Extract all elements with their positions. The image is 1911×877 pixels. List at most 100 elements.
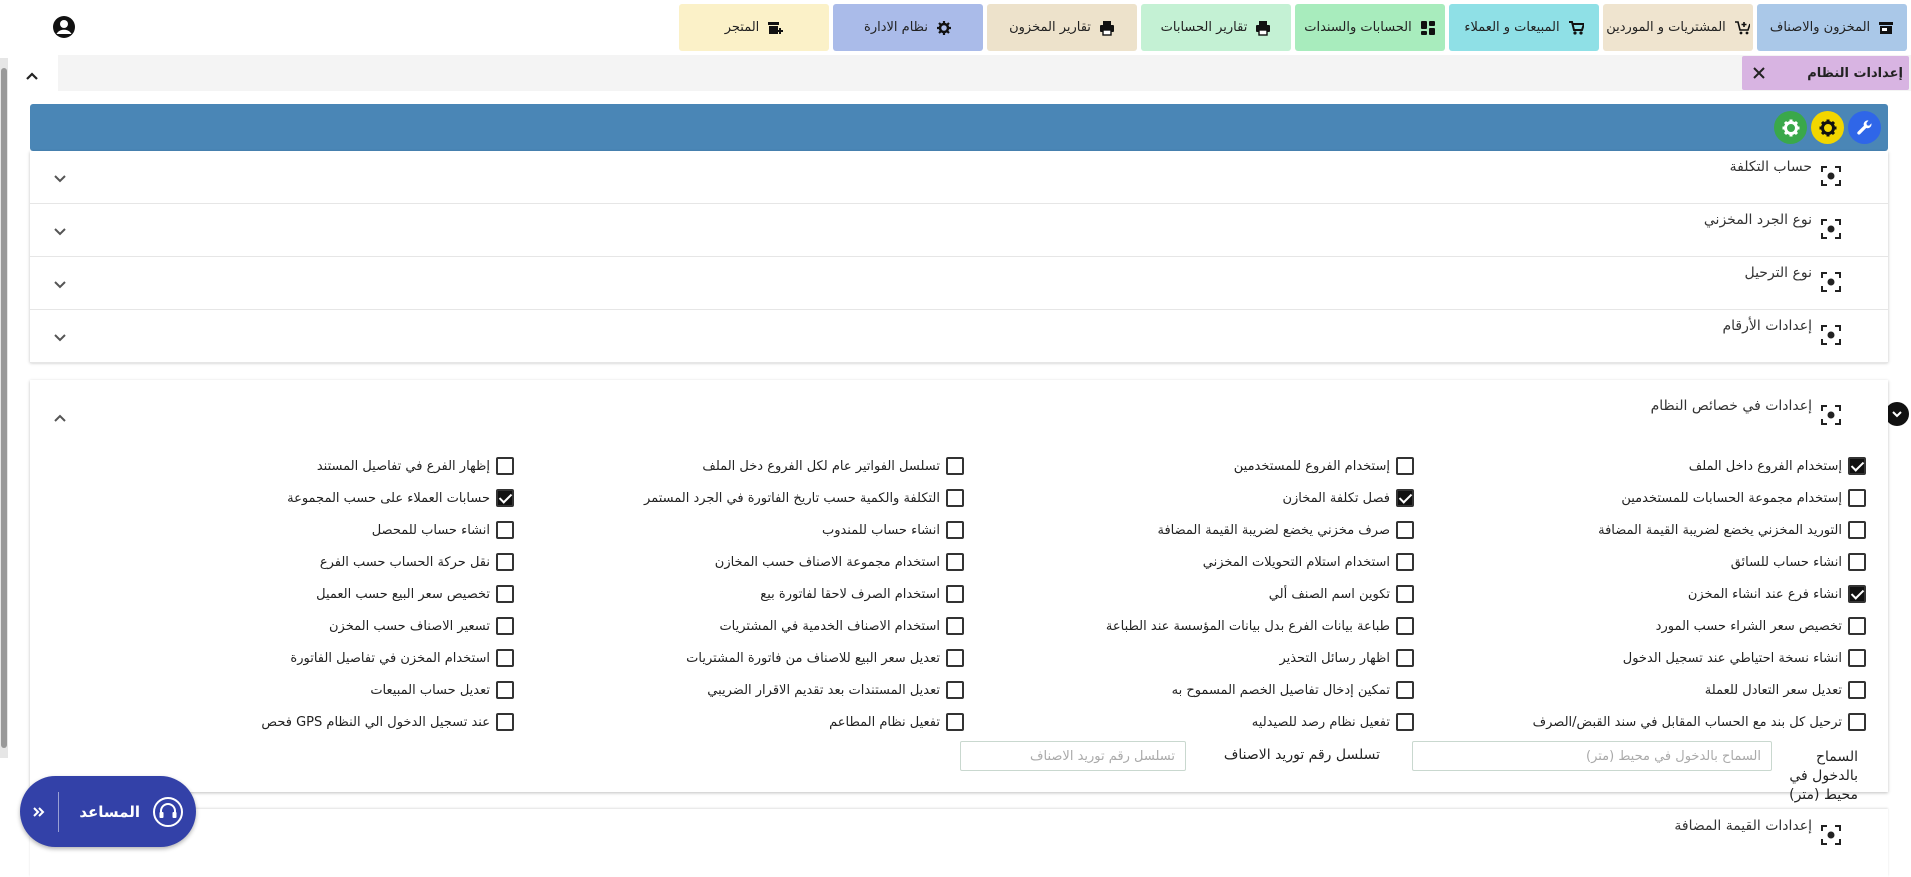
setting-option: التوريد المخزني يخضع لضريبة القيمة المضا… [1598,519,1866,541]
store-add-icon [768,21,784,34]
section-title[interactable]: نوع الترحيل [1744,265,1812,281]
setting-checkbox[interactable] [496,489,514,507]
setting-option: تمكين إدخال تفاصيل الخصم المسموح به [1172,679,1414,701]
geo-fence-input[interactable] [1412,741,1772,771]
nav-tab[interactable]: المشتريات و الموردين [1603,4,1753,51]
chevron-down-icon[interactable] [52,171,68,187]
section-title[interactable]: إعدادات في خصائص النظام [1651,398,1812,414]
chevron-up-icon[interactable] [52,410,68,426]
nav-tab-icon [1099,20,1115,36]
setting-checkbox[interactable] [946,457,964,475]
sequence-input[interactable] [960,741,1186,771]
setting-checkbox[interactable] [496,457,514,475]
breadcrumb-tab-system-settings[interactable]: إعدادات النظام [1742,56,1909,90]
accordion-section[interactable]: نوع الجرد المخزني [30,204,1888,257]
setting-checkbox[interactable] [496,681,514,699]
setting-checkbox[interactable] [946,649,964,667]
nav-tab[interactable]: المخزون والاصناف [1757,4,1907,51]
setting-label: استخدام استلام التحويلات المخزني [1202,554,1390,570]
setting-checkbox[interactable] [946,553,964,571]
account-icon[interactable] [52,15,76,39]
accordion-section[interactable]: إعدادات الأرقام [30,310,1888,363]
nav-tab[interactable]: نظام الادارة [833,4,983,51]
chevron-down-icon[interactable] [52,277,68,293]
assistant-button[interactable]: المساعد [20,776,196,847]
setting-label: إظهار الفرع في تفاصيل المستند [316,458,490,474]
setting-option: استخدام استلام التحويلات المخزني [1203,551,1414,573]
setting-checkbox[interactable] [1848,553,1866,571]
setting-label: انشاء حساب للمندوب [821,522,940,538]
double-chevron-icon[interactable] [32,805,46,819]
setting-checkbox[interactable] [946,681,964,699]
setting-option: إظهار الفرع في تفاصيل المستند [317,455,514,477]
setting-checkbox[interactable] [496,713,514,731]
setting-checkbox[interactable] [496,585,514,603]
nav-tab[interactable]: المبيعات و العملاء [1449,4,1599,51]
setting-label: انشاء نسخة احتياطي عند تسجيل الدخول [1622,650,1842,666]
gear-button-yellow[interactable] [1811,111,1844,144]
setting-checkbox[interactable] [1848,617,1866,635]
setting-checkbox[interactable] [1848,457,1866,475]
setting-label: تسعير الاصناف حسب المخزن [328,618,490,634]
setting-checkbox[interactable] [1396,649,1414,667]
scrollbar-thumb[interactable] [1,68,7,748]
setting-checkbox[interactable] [946,489,964,507]
setting-label: تمكين إدخال تفاصيل الخصم المسموح به [1171,682,1390,698]
nav-tab[interactable]: تقارير المخزون [987,4,1137,51]
section-title[interactable]: نوع الجرد المخزني [1704,212,1812,228]
focus-icon [1821,825,1841,845]
nav-tab-icon [767,20,784,36]
chevron-down-icon[interactable] [52,330,68,346]
setting-checkbox[interactable] [496,553,514,571]
setting-checkbox[interactable] [946,617,964,635]
nav-tab[interactable]: المتجر [679,4,829,51]
setting-label: استخدام مجموعة الاصناف حسب المخازن [714,554,940,570]
setting-checkbox[interactable] [1848,649,1866,667]
setting-option: فصل تكلفة المخازن [1282,487,1414,509]
setting-checkbox[interactable] [946,713,964,731]
setting-checkbox[interactable] [496,521,514,539]
setting-checkbox[interactable] [1848,521,1866,539]
setting-checkbox[interactable] [496,617,514,635]
section-title[interactable]: إعدادات الأرقام [1723,318,1813,334]
setting-checkbox[interactable] [946,585,964,603]
geo-fence-label: السماح بالدخول في محيط (متر) [1786,748,1858,805]
setting-checkbox[interactable] [1396,713,1414,731]
chevron-up-icon[interactable] [22,66,42,86]
system-properties-panel: إعدادات في خصائص النظام السماح بالدخول ف… [30,380,1888,803]
close-icon[interactable] [1752,66,1766,80]
wrench-button[interactable] [1848,111,1881,144]
setting-checkbox[interactable] [1848,585,1866,603]
page-scrollbar[interactable] [0,58,8,758]
setting-checkbox[interactable] [1848,713,1866,731]
setting-checkbox[interactable] [1396,617,1414,635]
scroll-down-button[interactable] [1885,402,1909,426]
nav-tab[interactable]: الحسابات والسندات [1295,4,1445,51]
headset-icon [153,796,183,827]
setting-checkbox[interactable] [496,649,514,667]
setting-checkbox[interactable] [1396,457,1414,475]
setting-checkbox[interactable] [1848,489,1866,507]
accounts-icon [1420,20,1435,35]
setting-checkbox[interactable] [1396,489,1414,507]
nav-tab-label: تقارير المخزون [1009,20,1091,35]
nav-tab-icon [1734,20,1750,36]
setting-checkbox[interactable] [1848,681,1866,699]
accordion-section[interactable]: نوع الترحيل [30,257,1888,310]
setting-checkbox[interactable] [1396,521,1414,539]
nav-tab-label: المتجر [724,20,760,35]
chevron-down-icon[interactable] [52,224,68,240]
setting-checkbox[interactable] [1396,585,1414,603]
section-title[interactable]: حساب التكلفة [1730,159,1812,175]
setting-checkbox[interactable] [946,521,964,539]
setting-label: إستخدام الفروع للمستخدمين [1233,458,1390,474]
section-title[interactable]: إعدادات القيمة المضافة [1674,818,1812,834]
nav-tab[interactable]: تقارير الحسابات [1141,4,1291,51]
setting-checkbox[interactable] [1396,681,1414,699]
nav-tab-icon [1568,20,1584,36]
setting-checkbox[interactable] [1396,553,1414,571]
printer-icon [1256,20,1271,36]
gear-button-green[interactable] [1774,111,1807,144]
accordion-section[interactable]: حساب التكلفة [30,151,1888,204]
setting-option: صرف مخزني يخضع لضريبة القيمة المضافة [1157,519,1414,541]
